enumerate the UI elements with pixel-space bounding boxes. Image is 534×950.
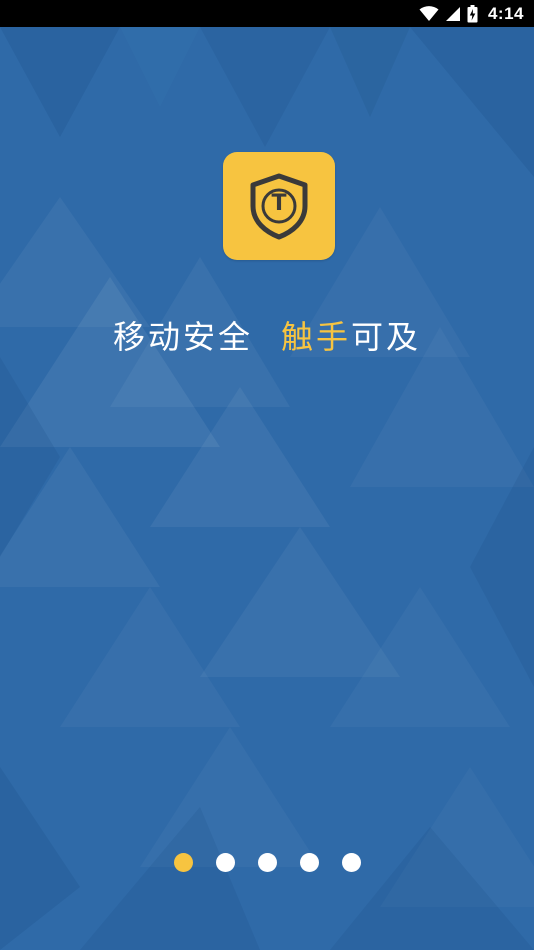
- page-dot-4[interactable]: [299, 852, 319, 872]
- slogan-highlight: 触手: [280, 318, 351, 356]
- app-logo: T: [223, 152, 335, 260]
- logo-letter: T: [271, 191, 287, 216]
- page-indicator: [0, 852, 534, 872]
- page-dot-2[interactable]: [215, 852, 235, 872]
- page-dot-3[interactable]: [257, 852, 277, 872]
- status-time: 4:14: [487, 3, 524, 23]
- slogan: 移动安全 触手可及: [0, 312, 534, 358]
- battery-icon: [467, 4, 478, 23]
- slogan-part1: 移动安全: [112, 318, 253, 356]
- page-dot-5[interactable]: [341, 852, 361, 872]
- slogan-part2: 可及: [351, 318, 422, 356]
- page-dot-1[interactable]: [173, 852, 193, 872]
- status-bar: 4:14: [0, 0, 534, 27]
- splash-screen[interactable]: T 移动安全 触手可及: [0, 27, 534, 950]
- signal-icon: [445, 6, 461, 22]
- wifi-icon: [419, 5, 439, 22]
